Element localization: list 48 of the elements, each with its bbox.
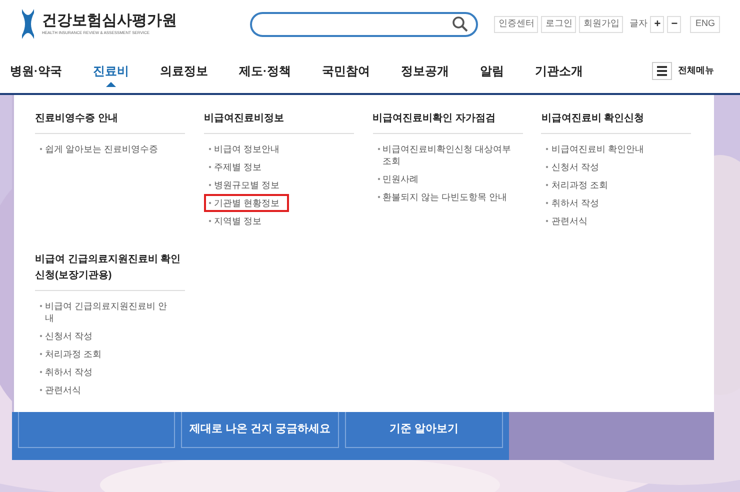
menu-link[interactable]: 쉽게 알아보는 진료비영수증 [35,140,168,158]
logo-title: 건강보험심사평가원 [42,12,177,30]
search-icon [452,16,468,32]
top-link[interactable]: 인증센터 [494,16,538,32]
menu-heading: 비급여진료비확인 자가점검 [372,112,496,126]
menu-heading: 진료비영수증 안내 [35,112,119,126]
menu-link[interactable]: 처리과정 조회 [541,176,618,194]
menu-link[interactable]: 비급여진료비확인신청 대상여부 조회 [372,140,522,170]
nav-tab[interactable]: 알림 [480,62,504,80]
nav-tab[interactable]: 진료비 [93,62,129,80]
nav-tab[interactable]: 병원·약국 [10,62,62,80]
top-link[interactable]: 로그인 [541,16,576,32]
banner-text: 기준 알아보기 [389,422,459,438]
menu-link[interactable]: 주제별 정보 [204,158,272,176]
menu-link[interactable]: 지역별 정보 [204,212,272,230]
menu-heading: 비급여진료비정보 [204,112,285,126]
menu-link[interactable]: 환불되지 않는 다빈도항목 안내 [372,188,518,206]
banner-text: 제대로 나온 건지 궁금하세요 [189,422,331,438]
font-size-label: 글자 [629,17,648,30]
menu-heading: 비급여 긴급의료지원진료비 확인신청(보장기관용) [35,253,182,283]
menu-link[interactable]: 민원사례 [372,170,428,188]
language-button[interactable]: ENG [690,16,720,32]
nav-tab[interactable]: 의료정보 [160,62,208,80]
menu-icon [652,62,672,80]
logo-icon [20,9,36,39]
search-field[interactable] [250,12,478,36]
menu-link[interactable]: 취하서 작성 [35,363,103,381]
all-menu-button[interactable]: 전체메뉴 [652,62,714,80]
nav-tab[interactable]: 기관소개 [535,62,583,80]
font-size-button[interactable]: − [667,16,682,32]
nav-tab[interactable]: 국민참여 [322,62,370,80]
nav-tab[interactable]: 제도·정책 [239,62,291,80]
menu-link[interactable]: 기관별 현황정보 [204,194,290,212]
menu-link[interactable]: 비급여 정보안내 [204,140,290,158]
menu-link[interactable]: 관련서식 [35,381,91,399]
menu-link[interactable]: 비급여진료비 확인안내 [541,140,654,158]
menu-link[interactable]: 병원규모별 정보 [204,176,290,194]
caret-icon [106,82,116,86]
menu-link[interactable]: 처리과정 조회 [35,345,112,363]
font-size-button[interactable]: + [650,16,664,32]
menu-link[interactable]: 신청서 작성 [35,327,103,345]
top-link[interactable]: 회원가입 [579,16,624,32]
menu-heading: 비급여진료비 확인신청 [541,112,646,126]
nav-tab[interactable]: 정보공개 [401,62,449,80]
menu-link[interactable]: 신청서 작성 [541,158,609,176]
menu-link[interactable]: 취하서 작성 [541,194,609,212]
menu-link[interactable]: 관련서식 [541,212,598,230]
menu-link[interactable]: 비급여 긴급의료지원진료비 안내 [35,297,184,327]
